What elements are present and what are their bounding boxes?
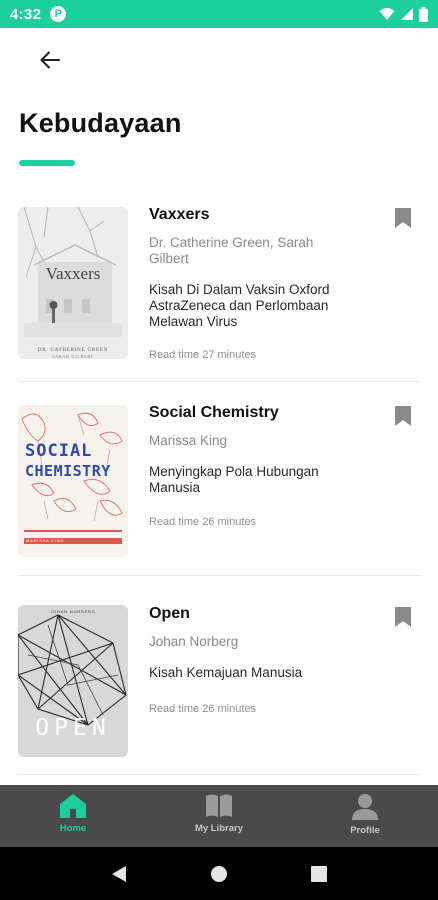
page-title: Kebudayaan [19, 108, 182, 138]
nav-label: My Library [194, 823, 244, 834]
book-description: Kisah Kemajuan Manusia [149, 665, 303, 680]
book-author: Marissa King [149, 433, 228, 448]
book-cover[interactable]: SOCIAL CHEMISTRY MARISSA KING [18, 405, 128, 557]
divider [18, 381, 421, 382]
book-title[interactable]: Vaxxers [149, 206, 210, 224]
book-title[interactable]: Social Chemistry [149, 404, 279, 422]
nav-profile[interactable]: Profile [292, 785, 438, 847]
divider [18, 575, 421, 576]
nav-my-library[interactable]: My Library [146, 785, 292, 847]
status-bar: 4:32 P [0, 0, 438, 28]
divider [18, 774, 421, 775]
signal-icon [401, 8, 413, 20]
status-icons [379, 6, 428, 22]
bookmark-icon [395, 208, 411, 228]
bookmark-button[interactable] [394, 208, 412, 228]
home-circle-icon[interactable] [210, 865, 228, 883]
bookmark-icon [395, 607, 411, 627]
cover-author-line2: SARAH GILBERT [52, 354, 94, 359]
cover-art-social-chemistry [18, 405, 128, 557]
status-time: 4:32 [10, 5, 42, 23]
bookmark-button[interactable] [394, 607, 412, 627]
book-description: Kisah Di Dalam Vaksin Oxford AstraZeneca… [149, 282, 330, 329]
cover-title: OPEN [35, 715, 111, 741]
nav-label: Home [59, 823, 87, 834]
battery-icon [419, 6, 428, 22]
book-description: Menyingkap Pola Hubungan Manusia [149, 464, 319, 495]
book-author: Johan Norberg [149, 634, 239, 649]
system-nav-bar [0, 847, 438, 900]
back-button[interactable] [32, 42, 68, 78]
app-notification-icon: P [50, 6, 67, 22]
bookmark-icon [395, 406, 411, 426]
book-read-time: Read time 26 minutes [149, 703, 256, 715]
book-cover[interactable]: Vaxxers DR. CATHERINE GREEN SARAH GILBER… [18, 207, 128, 359]
home-icon [60, 794, 86, 818]
arrow-left-icon [40, 51, 60, 69]
bookmark-button[interactable] [394, 406, 412, 426]
title-underline [19, 160, 75, 166]
back-triangle-icon[interactable] [111, 865, 127, 883]
book-icon [206, 794, 232, 817]
bottom-nav: Home My Library Profile [0, 785, 438, 847]
wifi-icon [379, 8, 395, 20]
cover-title: Vaxxers [45, 264, 101, 283]
cover-title-line2: CHEMISTRY [25, 462, 111, 480]
nav-label: Profile [350, 825, 380, 836]
nav-home[interactable]: Home [0, 785, 146, 847]
cover-title-line1: SOCIAL [25, 441, 93, 461]
book-title[interactable]: Open [149, 605, 190, 623]
cover-author: MARISSA KING [26, 538, 65, 543]
recents-square-icon[interactable] [310, 865, 327, 882]
person-icon [352, 794, 378, 820]
book-read-time: Read time 27 minutes [149, 349, 256, 361]
book-read-time: Read time 26 minutes [149, 516, 256, 528]
cover-author: JOHAN NORBERG [50, 609, 96, 614]
book-author: Dr. Catherine Green, Sarah Gilbert [149, 235, 314, 266]
cover-author-line1: DR. CATHERINE GREEN [37, 348, 109, 353]
book-cover[interactable]: JOHAN NORBERG OPEN [18, 605, 128, 757]
